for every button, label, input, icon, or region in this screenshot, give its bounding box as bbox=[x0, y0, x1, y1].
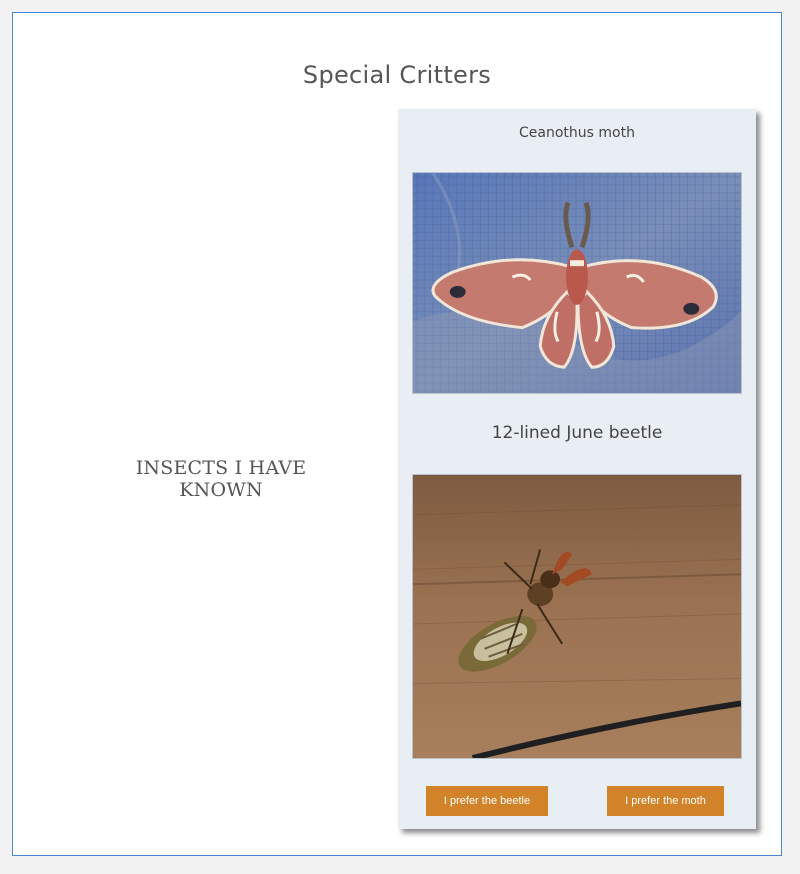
prefer-beetle-button[interactable]: I prefer the beetle bbox=[426, 786, 548, 816]
prefer-moth-button[interactable]: I prefer the moth bbox=[607, 786, 724, 816]
page-frame: Special Critters INSECTS I HAVE KNOWN Ce… bbox=[12, 12, 782, 856]
side-heading: INSECTS I HAVE KNOWN bbox=[135, 457, 307, 501]
page-title: Special Critters bbox=[302, 61, 492, 89]
moth-caption: Ceanothus moth bbox=[519, 125, 635, 141]
moth-photo bbox=[412, 172, 742, 394]
critter-card: Ceanothus moth 12-lined June beetle I pr… bbox=[398, 109, 756, 829]
beetle-caption: 12-lined June beetle bbox=[491, 423, 663, 443]
beetle-photo bbox=[412, 474, 742, 759]
